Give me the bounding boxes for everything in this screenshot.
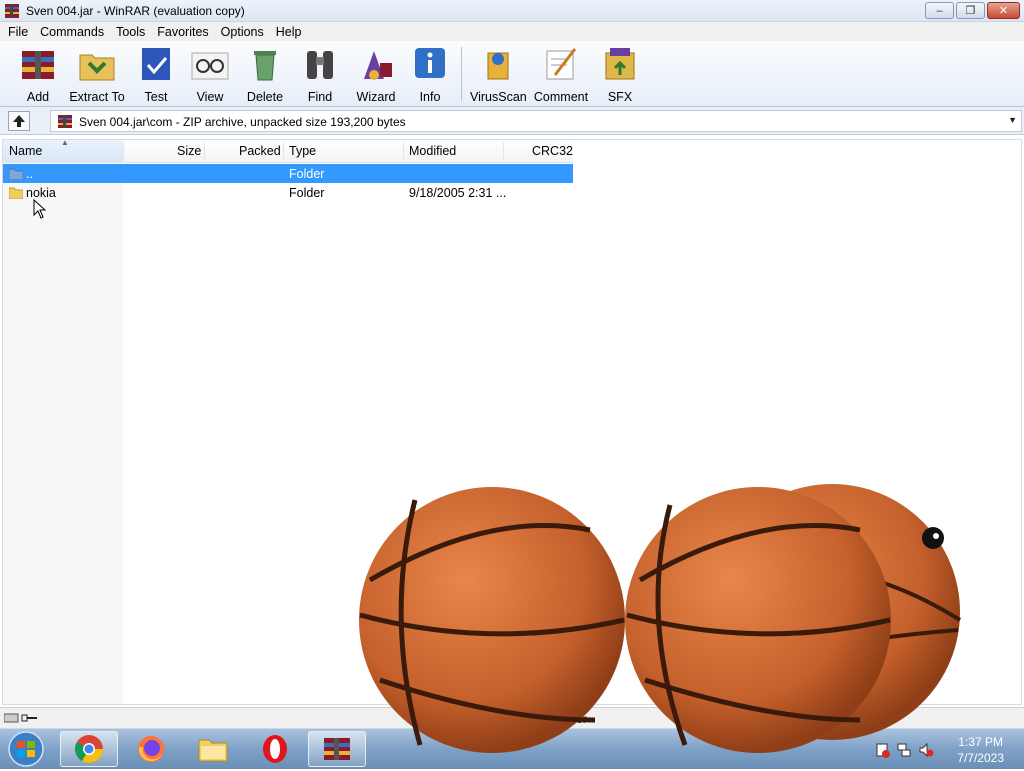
taskbar-firefox[interactable] [122, 731, 180, 767]
address-bar: Sven 004.jar\com - ZIP archive, unpacked… [0, 107, 1024, 135]
row-name: nokia [26, 186, 56, 200]
up-folder-button[interactable] [8, 111, 30, 131]
archive-path-text: Sven 004.jar\com - ZIP archive, unpacked… [79, 115, 406, 129]
menu-options[interactable]: Options [215, 25, 270, 39]
menu-commands[interactable]: Commands [34, 25, 110, 39]
test-button[interactable]: Test [128, 45, 184, 104]
taskbar-chrome[interactable] [60, 731, 118, 767]
status-text: older [560, 712, 587, 726]
winrar-icon [324, 738, 350, 760]
status-bar: older [0, 707, 1024, 728]
test-book-icon [136, 45, 176, 83]
sfx-icon [600, 45, 640, 83]
maximize-button[interactable]: ❐ [956, 2, 985, 19]
column-modified[interactable]: Modified [409, 144, 456, 158]
clock-date: 7/7/2023 [957, 751, 1004, 765]
firefox-icon [138, 736, 164, 762]
row-type: Folder [289, 167, 325, 181]
column-header: ▲ Name Size Packed Type Modified CRC32 [3, 138, 573, 163]
start-button[interactable] [4, 730, 48, 771]
toolbar: Add Extract To Test View Delete Find Wiz… [0, 41, 1024, 107]
archive-icon [57, 114, 73, 132]
windows-logo-icon [8, 731, 44, 767]
taskbar-opera[interactable] [246, 731, 304, 767]
up-arrow-icon [13, 115, 25, 127]
menu-help[interactable]: Help [270, 25, 308, 39]
column-name[interactable]: Name [9, 144, 42, 158]
row-modified: 9/18/2005 2:31 ... [409, 186, 507, 200]
minimize-button[interactable]: ‒ [925, 2, 954, 19]
find-button[interactable]: Find [292, 45, 348, 104]
drive-key-icon [3, 712, 40, 727]
comment-pen-icon [541, 45, 581, 83]
row-name: .. [26, 167, 33, 181]
opera-icon [263, 735, 287, 763]
extract-to-button[interactable]: Extract To [69, 45, 125, 104]
column-crc32[interactable]: CRC32 [532, 144, 573, 158]
chevron-down-icon[interactable]: ▼ [1008, 115, 1017, 125]
toolbar-separator [461, 47, 462, 101]
menu-favorites[interactable]: Favorites [151, 25, 214, 39]
add-button[interactable]: Add [10, 45, 66, 104]
folder-icon [8, 186, 24, 202]
network-icon[interactable] [896, 742, 912, 758]
wizard-button[interactable]: Wizard [348, 45, 404, 104]
binoculars-icon [300, 45, 340, 83]
menu-tools[interactable]: Tools [110, 25, 151, 39]
window-title: Sven 004.jar - WinRAR (evaluation copy) [26, 4, 245, 18]
clock-time: 1:37 PM [958, 735, 1003, 749]
comment-button[interactable]: Comment [533, 45, 589, 104]
parent-folder-icon [8, 167, 24, 183]
menu-file[interactable]: File [2, 25, 34, 39]
volume-muted-icon[interactable] [918, 742, 934, 758]
table-row[interactable]: .. Folder [3, 164, 573, 183]
virusscan-icon [478, 45, 518, 83]
menu-bar: File Commands Tools Favorites Options He… [0, 22, 1024, 41]
folder-icon [198, 739, 228, 762]
winrar-app-icon [4, 3, 20, 22]
archive-path-field[interactable]: Sven 004.jar\com - ZIP archive, unpacked… [50, 110, 1022, 132]
close-button[interactable]: ✕ [987, 2, 1020, 19]
column-size[interactable]: Size [177, 144, 201, 158]
glasses-icon [190, 45, 230, 83]
table-row[interactable]: nokia Folder 9/18/2005 2:31 ... [3, 183, 573, 202]
add-icon [18, 45, 58, 83]
view-button[interactable]: View [182, 45, 238, 104]
wizard-icon [356, 45, 396, 83]
action-center-icon[interactable] [874, 742, 890, 758]
chrome-icon [75, 735, 103, 763]
sort-up-icon: ▲ [61, 138, 69, 147]
info-icon [410, 45, 450, 83]
delete-button[interactable]: Delete [237, 45, 293, 104]
sfx-button[interactable]: SFX [592, 45, 648, 104]
extract-folder-icon [77, 45, 117, 83]
virusscan-button[interactable]: VirusScan [470, 45, 527, 104]
file-list: ▲ Name Size Packed Type Modified CRC32 .… [2, 138, 1022, 705]
column-type[interactable]: Type [289, 144, 316, 158]
title-bar: Sven 004.jar - WinRAR (evaluation copy) … [0, 0, 1024, 22]
recycle-bin-icon [245, 45, 285, 83]
name-column-shade [3, 162, 123, 704]
taskbar-clock[interactable]: 1:37 PM 7/7/2023 [957, 734, 1004, 766]
taskbar: 1:37 PM 7/7/2023 [0, 728, 1024, 769]
column-packed[interactable]: Packed [239, 144, 281, 158]
mouse-cursor-icon [33, 199, 47, 219]
taskbar-winrar[interactable] [308, 731, 366, 767]
taskbar-explorer[interactable] [184, 731, 242, 767]
row-type: Folder [289, 186, 325, 200]
info-button[interactable]: Info [402, 45, 458, 104]
